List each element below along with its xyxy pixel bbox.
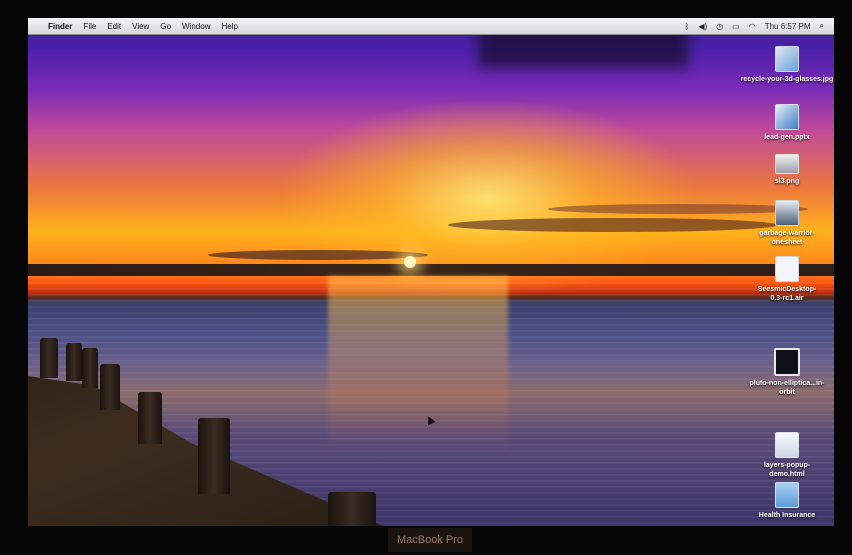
desktop-screen: Finder File Edit View Go Window Help ᛒ ◀… <box>28 18 834 526</box>
spotlight-icon[interactable]: ⌕ <box>820 21 824 31</box>
desktop-icon-label: lead-gen.pptx <box>764 134 810 141</box>
display-icon[interactable]: ▭ <box>732 22 740 31</box>
wifi-icon[interactable]: ◠ <box>749 22 756 31</box>
clock[interactable]: Thu 6:57 PM <box>765 22 811 31</box>
desktop-icon-layers-popup[interactable]: layers-popup-demo.html <box>739 432 834 479</box>
menu-bar: Finder File Edit View Go Window Help ᛒ ◀… <box>28 18 834 35</box>
brand-label: MacBook Pro <box>388 528 472 552</box>
desktop-icon-label: sl3.png <box>774 178 800 185</box>
menu-go[interactable]: Go <box>160 22 171 31</box>
desktop-icon-health-insurance[interactable]: Health Insurance <box>739 482 834 520</box>
dock-post <box>198 418 230 494</box>
menu-finder[interactable]: Finder <box>48 22 72 31</box>
html-file-icon <box>775 432 799 458</box>
dock-post <box>138 392 162 444</box>
menu-view[interactable]: View <box>132 22 149 31</box>
desktop-icon-label: pluto-non-elliptica...in-orbit <box>749 380 825 396</box>
bluetooth-icon[interactable]: ᛒ <box>685 22 690 31</box>
desktop-icon-pluto[interactable]: pluto-non-elliptica...in-orbit <box>739 348 834 397</box>
desktop-icon-label: recycle-your-3d-glasses.jpg <box>740 76 834 83</box>
document-file-icon <box>775 256 799 282</box>
desktop-icon-label: layers-popup-demo.html <box>763 462 811 478</box>
desktop-icon-sl3[interactable]: sl3.png <box>739 154 834 186</box>
menu-edit[interactable]: Edit <box>107 22 121 31</box>
sun <box>404 256 416 268</box>
menu-file[interactable]: File <box>83 22 96 31</box>
window-file-icon <box>774 348 800 376</box>
dock-post <box>66 343 82 381</box>
folder-icon <box>775 482 799 508</box>
horizon-shoreline <box>28 264 834 276</box>
dock-post <box>82 348 98 388</box>
dock-post <box>328 492 376 526</box>
desktop-icon-seesmic[interactable]: SeesmicDesktop-0.3-rc1.air <box>739 256 834 303</box>
menu-window[interactable]: Window <box>182 22 210 31</box>
volume-icon[interactable]: ◀) <box>698 22 707 31</box>
presentation-file-icon <box>775 104 799 130</box>
desktop-icon-label: SeesmicDesktop-0.3-rc1.air <box>757 286 817 302</box>
menu-help[interactable]: Help <box>221 22 237 31</box>
image-file-icon <box>775 46 799 72</box>
image-file-icon <box>775 200 799 226</box>
desktop-icon-recycle-glasses[interactable]: recycle-your-3d-glasses.jpg <box>739 46 834 84</box>
desktop-icon-lead-gen[interactable]: lead-gen.pptx <box>739 104 834 142</box>
desktop-icon-label: garbage-warrior-onesheet <box>759 230 815 246</box>
cloud-streak <box>448 218 778 232</box>
time-machine-icon[interactable]: ◷ <box>716 22 723 31</box>
desktop-icon-label: Health Insurance <box>758 512 816 519</box>
dock-post <box>100 364 120 410</box>
cloud-streak <box>208 250 428 260</box>
image-file-icon <box>775 154 799 174</box>
desktop-icon-garbage-warrior[interactable]: garbage-warrior-onesheet <box>739 200 834 247</box>
status-area: ᛒ ◀) ◷ ▭ ◠ Thu 6:57 PM ⌕ <box>685 21 824 31</box>
dock-post <box>40 338 58 378</box>
